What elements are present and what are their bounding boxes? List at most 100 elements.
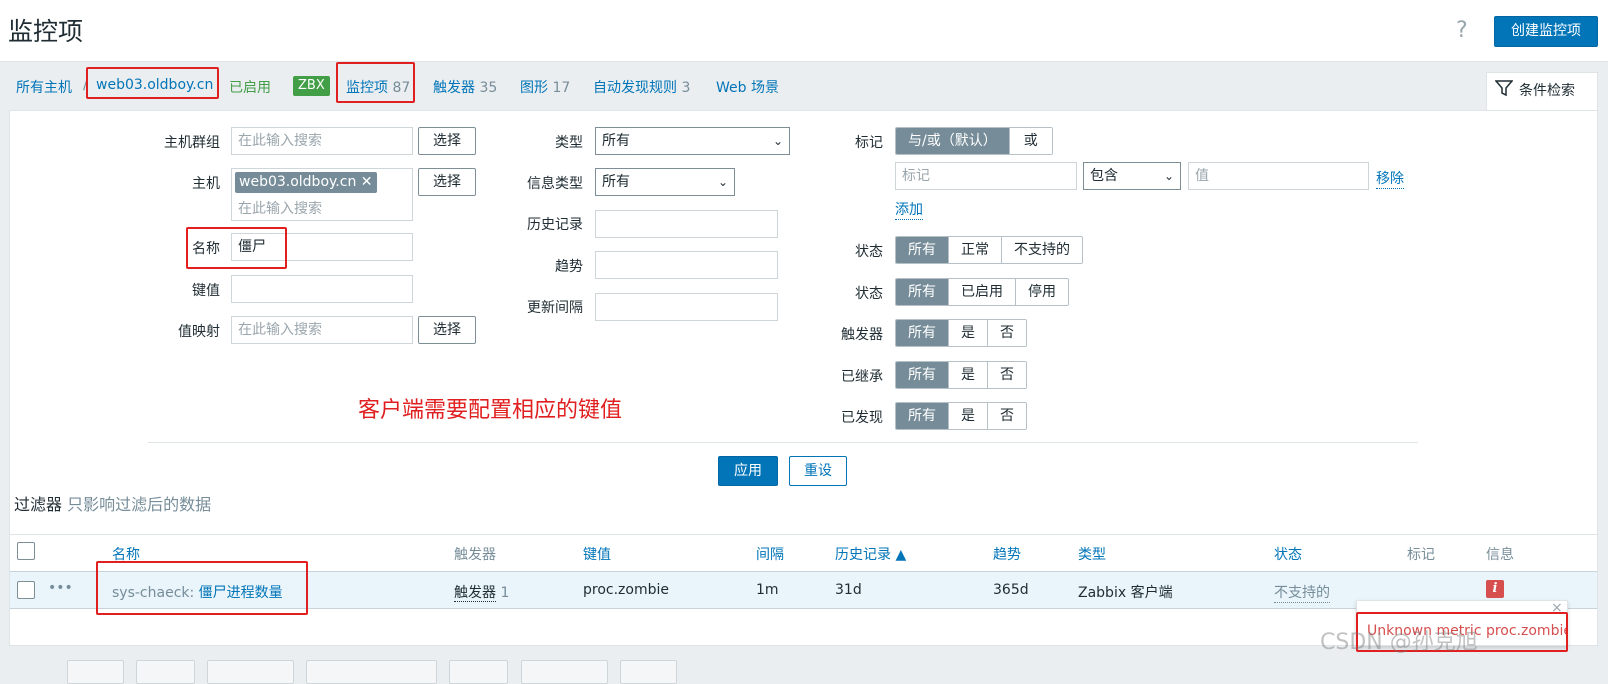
close-icon[interactable]: × bbox=[1551, 600, 1563, 616]
host-groups-select-button[interactable]: 选择 bbox=[418, 127, 476, 155]
triggers-option-no[interactable]: 否 bbox=[987, 320, 1026, 346]
type-select-value: 所有 bbox=[602, 133, 630, 149]
tag-name-placeholder: 标记 bbox=[902, 168, 930, 184]
host-chip[interactable]: web03.oldboy.cn ✕ bbox=[235, 172, 377, 193]
item-key: proc.zombie bbox=[583, 582, 669, 598]
key-input[interactable] bbox=[231, 275, 413, 303]
tag-value-input[interactable]: 值 bbox=[1188, 162, 1369, 190]
hosts-select-button[interactable]: 选择 bbox=[418, 168, 476, 196]
nav-tab-graphs-label: 图形 bbox=[520, 80, 548, 96]
breadcrumb-all-hosts[interactable]: 所有主机 bbox=[16, 77, 72, 97]
host-status-enabled: 已启用 bbox=[229, 80, 271, 96]
value-map-input[interactable]: 在此输入搜索 bbox=[231, 316, 413, 344]
state-option-normal[interactable]: 正常 bbox=[948, 237, 1001, 263]
inherited-label: 已继承 bbox=[841, 369, 883, 385]
apply-button[interactable]: 应用 bbox=[718, 456, 778, 486]
hosts-placeholder: 在此输入搜索 bbox=[238, 201, 322, 217]
inherited-option-all[interactable]: 所有 bbox=[896, 362, 948, 388]
item-name-link[interactable]: 僵尸进程数量 bbox=[199, 585, 283, 601]
filter-tab-label: 条件检索 bbox=[1519, 83, 1575, 99]
triggers-filter-label: 触发器 bbox=[841, 327, 883, 343]
discovered-option-no[interactable]: 否 bbox=[987, 403, 1026, 429]
reset-button[interactable]: 重设 bbox=[789, 456, 847, 486]
history-input[interactable] bbox=[595, 210, 778, 238]
breadcrumb: 所有主机 / web03.oldboy.cn 已启用 ZBX 监控项 87 触发… bbox=[0, 62, 1608, 110]
nav-tab-discovery[interactable]: 自动发现规则 3 bbox=[593, 77, 690, 97]
column-header-name[interactable]: 名称 bbox=[112, 544, 140, 564]
help-icon[interactable]: ? bbox=[1456, 18, 1468, 43]
value-map-label: 值映射 bbox=[178, 324, 220, 340]
column-header-trends[interactable]: 趋势 bbox=[993, 544, 1021, 564]
chip-remove-icon[interactable]: ✕ bbox=[361, 174, 373, 190]
nav-tab-web[interactable]: Web 场景 bbox=[716, 77, 779, 97]
item-type: Zabbix 客户端 bbox=[1078, 585, 1173, 601]
column-header-history[interactable]: 历史记录 ▲ bbox=[835, 544, 906, 564]
nav-tab-graphs[interactable]: 图形 17 bbox=[520, 77, 570, 97]
name-input[interactable]: 僵尸 bbox=[231, 233, 413, 261]
nav-tab-items[interactable]: 监控项 87 bbox=[346, 77, 410, 97]
item-triggers-link[interactable]: 触发器 bbox=[454, 585, 496, 602]
footer-action-button[interactable] bbox=[136, 660, 195, 684]
status-option-enabled[interactable]: 已启用 bbox=[948, 279, 1015, 305]
update-interval-input[interactable] bbox=[595, 293, 778, 321]
tags-operator-and-or[interactable]: 与/或（默认） bbox=[896, 128, 1009, 154]
info-type-select[interactable]: 所有 ⌄ bbox=[595, 168, 735, 196]
watermark: CSDN @孙克旭 bbox=[1320, 630, 1478, 655]
discovered-option-yes[interactable]: 是 bbox=[948, 403, 987, 429]
footer-action-button[interactable] bbox=[449, 660, 508, 684]
tag-condition-value: 包含 bbox=[1090, 168, 1118, 184]
tags-label: 标记 bbox=[855, 135, 883, 151]
column-header-type[interactable]: 类型 bbox=[1078, 544, 1106, 564]
host-groups-input[interactable]: 在此输入搜索 bbox=[231, 127, 413, 155]
page-header bbox=[0, 0, 1608, 62]
name-label: 名称 bbox=[192, 241, 220, 257]
nav-tab-items-count: 87 bbox=[392, 80, 411, 96]
footer-action-button[interactable] bbox=[67, 660, 124, 684]
triggers-option-yes[interactable]: 是 bbox=[948, 320, 987, 346]
tag-name-input[interactable]: 标记 bbox=[895, 162, 1077, 190]
footer-action-button[interactable] bbox=[620, 660, 677, 684]
type-select[interactable]: 所有 ⌄ bbox=[595, 127, 790, 155]
info-icon[interactable]: i bbox=[1486, 580, 1504, 598]
item-template-link[interactable]: sys-chaeck: bbox=[112, 585, 194, 601]
footer-action-button[interactable] bbox=[521, 660, 608, 684]
zbx-availability-badge: ZBX bbox=[293, 76, 330, 96]
create-item-button[interactable]: 创建监控项 bbox=[1494, 16, 1598, 47]
filter-note-text: 只影响过滤后的数据 bbox=[67, 495, 212, 514]
tag-add-link[interactable]: 添加 bbox=[895, 199, 923, 220]
filter-tab[interactable]: 条件检索 bbox=[1486, 72, 1598, 110]
inherited-option-yes[interactable]: 是 bbox=[948, 362, 987, 388]
state-option-unsupported[interactable]: 不支持的 bbox=[1001, 237, 1082, 263]
item-trends: 365d bbox=[993, 582, 1029, 598]
chevron-down-icon: ⌄ bbox=[772, 134, 783, 148]
discovered-option-all[interactable]: 所有 bbox=[896, 403, 948, 429]
info-type-select-value: 所有 bbox=[602, 174, 630, 190]
item-status[interactable]: 不支持的 bbox=[1274, 582, 1330, 603]
inherited-option-no[interactable]: 否 bbox=[987, 362, 1026, 388]
breadcrumb-host[interactable]: web03.oldboy.cn bbox=[96, 77, 213, 93]
tags-operator-or[interactable]: 或 bbox=[1008, 128, 1052, 154]
annotation-text: 客户端需要配置相应的键值 bbox=[358, 398, 623, 423]
footer-action-button[interactable] bbox=[306, 660, 437, 684]
value-map-select-button[interactable]: 选择 bbox=[418, 316, 476, 344]
nav-tab-triggers[interactable]: 触发器 35 bbox=[433, 77, 497, 97]
status-option-disabled[interactable]: 停用 bbox=[1015, 279, 1068, 305]
select-all-checkbox[interactable] bbox=[17, 542, 35, 560]
status-option-all[interactable]: 所有 bbox=[896, 279, 948, 305]
breadcrumb-separator: / bbox=[83, 77, 88, 93]
tag-condition-select[interactable]: 包含 ⌄ bbox=[1083, 162, 1181, 190]
row-checkbox[interactable] bbox=[17, 581, 35, 599]
column-header-key[interactable]: 键值 bbox=[583, 544, 611, 564]
tag-remove-link[interactable]: 移除 bbox=[1376, 168, 1404, 189]
host-groups-label: 主机群组 bbox=[164, 135, 220, 151]
row-menu-icon[interactable]: ••• bbox=[48, 580, 73, 596]
column-header-status[interactable]: 状态 bbox=[1274, 544, 1302, 564]
footer-action-button[interactable] bbox=[207, 660, 294, 684]
triggers-option-all[interactable]: 所有 bbox=[896, 320, 948, 346]
update-interval-label: 更新间隔 bbox=[527, 300, 583, 316]
column-header-info: 信息 bbox=[1486, 547, 1514, 563]
state-option-all[interactable]: 所有 bbox=[896, 237, 948, 263]
hosts-label: 主机 bbox=[192, 176, 220, 192]
trends-input[interactable] bbox=[595, 251, 778, 279]
column-header-interval[interactable]: 间隔 bbox=[756, 544, 784, 564]
